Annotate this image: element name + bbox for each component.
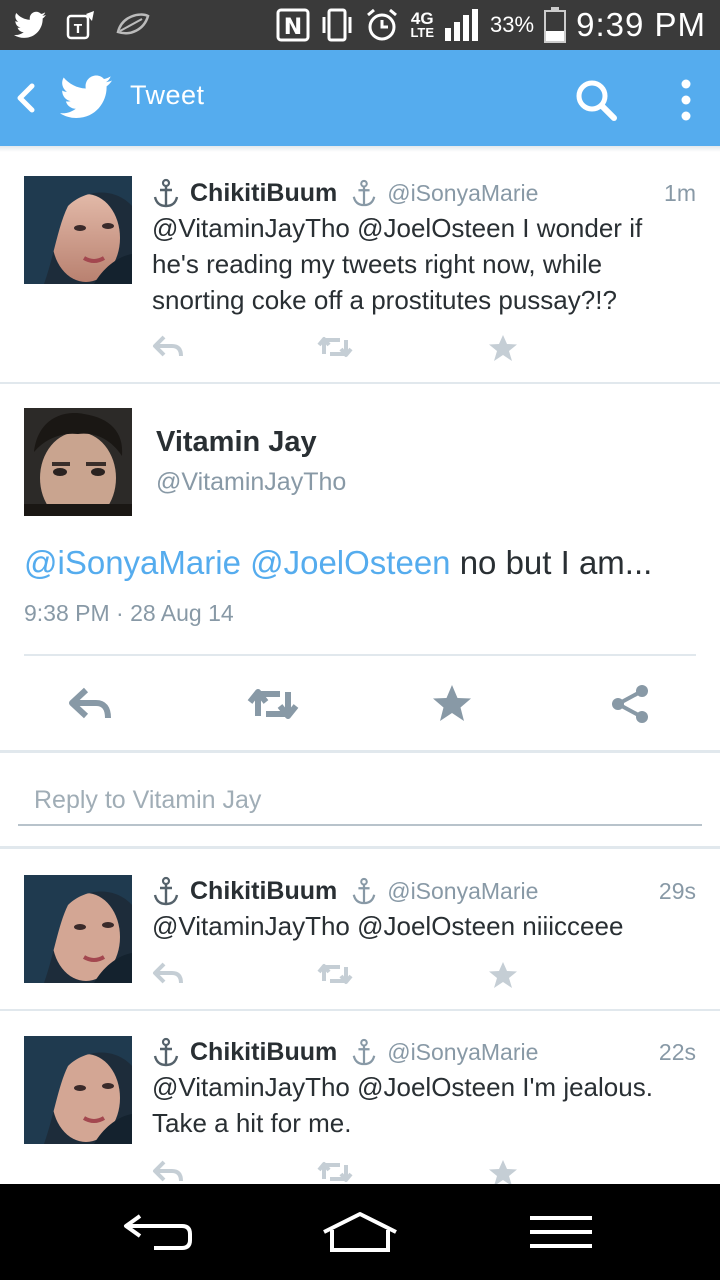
retweet-icon[interactable]: [246, 682, 300, 726]
share-icon[interactable]: [608, 682, 652, 726]
detail-author-handle[interactable]: @VitaminJayTho: [156, 468, 346, 497]
anchor-icon: [352, 877, 376, 905]
section-separator: [0, 750, 720, 753]
tweet-timestamp: 22s: [658, 1038, 696, 1065]
tweet-text: @VitaminJayTho @JoelOsteen I'm jealous. …: [152, 1072, 653, 1138]
tweet-header: ChikitiBuum @iSonyaMarie 22s: [152, 1035, 696, 1069]
detail-tweet-text: @iSonyaMarie @JoelOsteen no but I am...: [24, 544, 652, 582]
detail-text-body: no but I am...: [459, 544, 653, 581]
tweet-header: ChikitiBuum @iSonyaMarie 1m: [152, 176, 696, 210]
tweet-text: @VitaminJayTho @JoelOsteen niiicceee: [152, 911, 624, 941]
battery-icon: [544, 7, 567, 43]
retweet-icon[interactable]: [316, 961, 354, 987]
avatar[interactable]: [24, 875, 132, 983]
tweet-author-handle[interactable]: @iSonyaMarie: [387, 1039, 538, 1066]
network-subtype: LTE: [410, 25, 435, 40]
mention-link[interactable]: @JoelOsteen: [250, 544, 450, 581]
svg-text:N: N: [284, 15, 302, 40]
reply-icon[interactable]: [152, 334, 184, 360]
anchor-icon: [352, 1038, 376, 1066]
retweet-icon[interactable]: [316, 334, 354, 360]
favorite-icon[interactable]: [488, 334, 518, 362]
tweet-timestamp: 29s: [658, 877, 696, 904]
svg-text:T: T: [74, 22, 83, 36]
tweet-author-handle[interactable]: @iSonyaMarie: [387, 878, 538, 905]
navigation-bar: [0, 1184, 720, 1280]
favorite-icon[interactable]: [430, 682, 474, 726]
twitter-bird-icon[interactable]: [60, 74, 112, 120]
tweet-actions: [152, 961, 532, 991]
twitter-icon: [14, 11, 46, 38]
tweet-author-name[interactable]: ChikitiBuum: [190, 179, 337, 208]
reply-input[interactable]: [18, 780, 702, 820]
reply-icon[interactable]: [152, 1159, 184, 1184]
tmobile-icon: T: [66, 11, 94, 40]
app-bar: Tweet: [0, 50, 720, 146]
tweet-text: @VitaminJayTho @JoelOsteen I wonder if h…: [152, 213, 643, 315]
network-indicator: 4G LTE: [410, 10, 435, 40]
anchor-icon: [352, 179, 376, 207]
tweet-actions: [152, 1159, 532, 1184]
tweet-item[interactable]: ChikitiBuum @iSonyaMarie 1m @VitaminJayT…: [0, 152, 720, 384]
tweet-header: ChikitiBuum @iSonyaMarie 29s: [152, 874, 696, 908]
leaf-icon: [116, 13, 150, 35]
vibrate-icon: [322, 8, 352, 42]
reply-box[interactable]: [18, 780, 702, 826]
page-title: Tweet: [130, 80, 205, 110]
status-bar: T N 4G LTE 33% 9:39 PM: [0, 0, 720, 50]
reply-icon[interactable]: [68, 682, 112, 726]
nav-menu-icon[interactable]: [528, 1210, 594, 1254]
nav-back-icon[interactable]: [120, 1210, 196, 1254]
reply-icon[interactable]: [152, 961, 184, 987]
tweet-item[interactable]: ChikitiBuum @iSonyaMarie 29s @VitaminJay…: [0, 849, 720, 1011]
avatar[interactable]: [24, 176, 132, 284]
tweet-timestamp: 1m: [664, 179, 696, 206]
search-icon[interactable]: [572, 76, 620, 124]
tweet-author-handle[interactable]: @iSonyaMarie: [387, 180, 538, 207]
nfc-icon: N: [276, 8, 310, 42]
detail-timestamp: 9:38 PM · 28 Aug 14: [24, 600, 234, 626]
tweet-author-name[interactable]: ChikitiBuum: [190, 877, 337, 906]
divider: [24, 654, 696, 656]
avatar[interactable]: [24, 1036, 132, 1144]
alarm-icon: [367, 8, 398, 41]
battery-percent: 33%: [490, 12, 535, 37]
clock: 9:39 PM: [576, 6, 706, 43]
avatar[interactable]: [24, 408, 132, 516]
detail-author-name[interactable]: Vitamin Jay: [156, 426, 317, 459]
nav-home-icon[interactable]: [320, 1210, 400, 1254]
anchor-icon: [153, 1037, 179, 1067]
favorite-icon[interactable]: [488, 961, 518, 989]
signal-icon: [445, 9, 479, 41]
overflow-menu-icon[interactable]: [676, 76, 696, 124]
anchor-icon: [153, 876, 179, 906]
mention-link[interactable]: @iSonyaMarie: [24, 544, 241, 581]
back-icon[interactable]: [12, 80, 42, 116]
tweet-item[interactable]: ChikitiBuum @iSonyaMarie 22s @VitaminJay…: [0, 1011, 720, 1184]
anchor-icon: [153, 178, 179, 208]
favorite-icon[interactable]: [488, 1159, 518, 1184]
tweet-actions: [152, 334, 532, 364]
tweet-author-name[interactable]: ChikitiBuum: [190, 1038, 337, 1067]
retweet-icon[interactable]: [316, 1159, 354, 1184]
